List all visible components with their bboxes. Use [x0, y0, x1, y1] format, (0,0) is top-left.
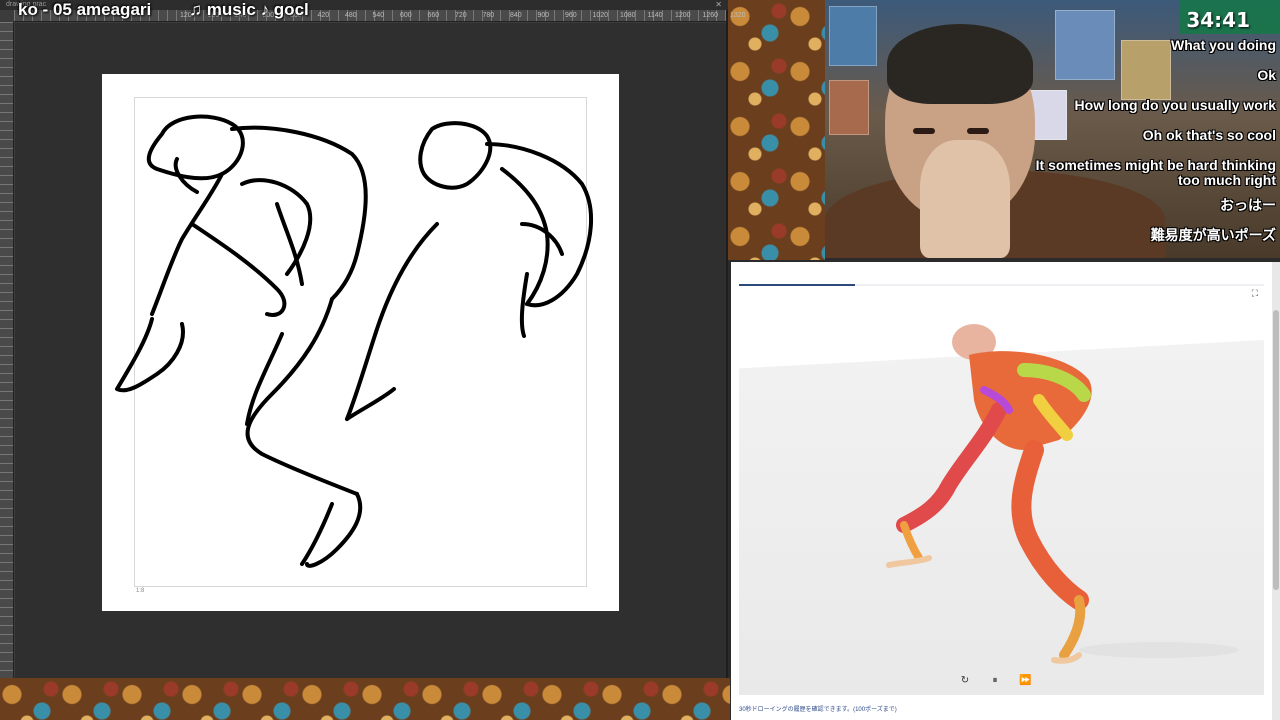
ruler-tick-label: 780 — [482, 12, 495, 19]
ruler-tick-label: 600 — [400, 12, 412, 19]
chat-overlay: What you doing Ok How long do you usually … — [1016, 38, 1276, 258]
decorative-pattern-side — [728, 0, 825, 260]
chat-message: How long do you usually work — [1074, 97, 1276, 113]
3d-viewport[interactable] — [739, 300, 1264, 695]
fullscreen-icon[interactable]: ⛶ — [1252, 288, 1258, 299]
skip-forward-icon[interactable]: ⏩ — [1019, 674, 1031, 688]
ruler-tick-label: 960 — [565, 12, 577, 19]
ruler-tick-label: 480 — [345, 12, 357, 19]
ruler-tick-label: 900 — [537, 12, 550, 19]
ruler-tick-label: 660 — [427, 12, 440, 19]
ruler-tick-label: 1020 — [592, 12, 609, 19]
gesture-sketch — [115, 114, 594, 568]
page-scrollbar[interactable] — [1272, 262, 1280, 720]
ruler-tick-label: 720 — [455, 12, 467, 19]
stream-title-overlay: ko - 05 ameagari ♫ music ♪ gocl — [18, 0, 309, 22]
pause-icon[interactable]: ⏸ — [989, 674, 1001, 688]
person-hand — [920, 140, 1010, 258]
anatomy-model — [886, 324, 1239, 664]
decorative-pattern-bottom — [0, 678, 730, 720]
person-eye — [913, 128, 935, 134]
drawing-paper[interactable]: 1:8 — [102, 74, 619, 611]
ruler-tick-label: 840 — [510, 12, 522, 19]
scrollbar-thumb[interactable] — [1273, 310, 1279, 590]
ruler-tick-label: 1140 — [647, 12, 663, 19]
music-credit: ♫ music ♪ gocl — [189, 0, 309, 19]
pose-progress-bar — [739, 284, 855, 286]
pose-viewer-panel: ⛶ ↻ ⏸ ⏩ 30秒ドローイングの履歴を確認できます。(100ポーズまで) — [731, 262, 1272, 720]
person-hair — [887, 24, 1033, 104]
playback-controls: ↻ ⏸ ⏩ — [959, 674, 1032, 688]
chat-message: What you doing — [1171, 37, 1276, 53]
stream-layout: drawing prac ✕ 120 180 240 300 360 420 480 540 6… — [0, 0, 1280, 720]
ruler-tick-label: 540 — [372, 12, 385, 19]
drawing-app-window: drawing prac ✕ 120 180 240 300 360 420 480 540 6… — [0, 0, 746, 678]
ruler-tick-label: 420 — [317, 12, 330, 19]
chat-message: It sometimes might be hard thinking too … — [1035, 157, 1276, 188]
ruler-tick-label: 1320 — [730, 12, 746, 19]
vertical-ruler — [0, 22, 14, 678]
chat-message: おっはー — [1220, 197, 1276, 213]
chat-message: 難易度が高いポーズ — [1150, 227, 1276, 243]
ruler-tick-label: 1200 — [675, 12, 691, 19]
ruler-tick-label: 1080 — [620, 12, 636, 19]
close-icon[interactable]: ✕ — [715, 0, 722, 9]
stream-timer: 34:41 — [1186, 8, 1250, 32]
chat-message: Oh ok that's so cool — [1142, 127, 1276, 143]
pose-history-caption: 30秒ドローイングの履歴を確認できます。(100ポーズまで) — [739, 707, 897, 713]
person-eye — [967, 128, 989, 134]
track-title: ko - 05 ameagari — [18, 0, 152, 19]
wall-poster — [829, 6, 877, 66]
chat-message: Ok — [1257, 67, 1276, 83]
wall-poster — [829, 80, 869, 135]
replay-icon[interactable]: ↻ — [959, 674, 971, 688]
ruler-tick-label: 1260 — [702, 12, 719, 19]
